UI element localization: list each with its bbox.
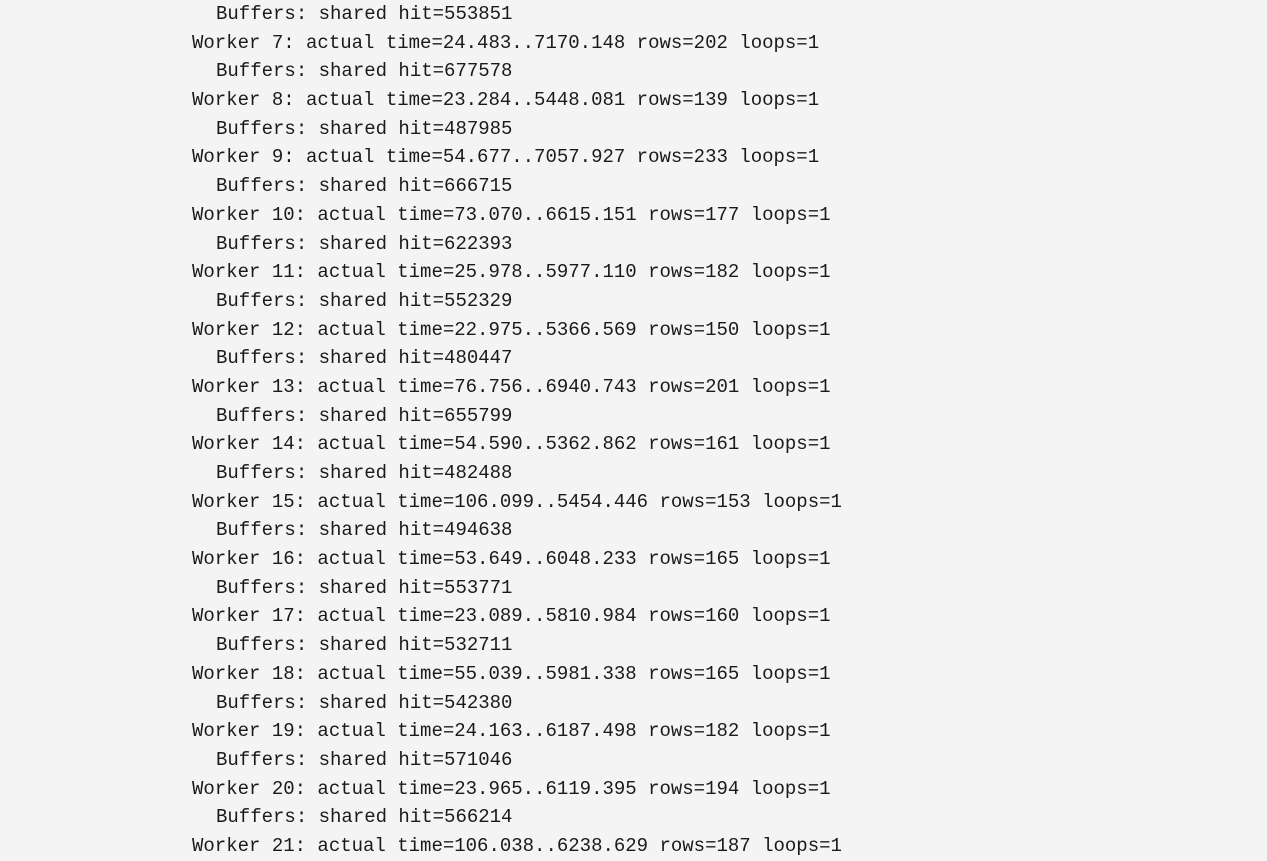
worker-stats-line: Worker 20: actual time=23.965..6119.395 … bbox=[0, 775, 1267, 804]
buffers-line: Buffers: shared hit=566214 bbox=[0, 803, 1267, 832]
worker-stats-line: Worker 21: actual time=106.038..6238.629… bbox=[0, 832, 1267, 861]
buffers-line: Buffers: shared hit=487985 bbox=[0, 115, 1267, 144]
worker-stats-line: Worker 18: actual time=55.039..5981.338 … bbox=[0, 660, 1267, 689]
buffers-line: Buffers: shared hit=480447 bbox=[0, 344, 1267, 373]
worker-stats-line: Worker 17: actual time=23.089..5810.984 … bbox=[0, 602, 1267, 631]
worker-stats-line: Worker 8: actual time=23.284..5448.081 r… bbox=[0, 86, 1267, 115]
buffers-line: Buffers: shared hit=532711 bbox=[0, 631, 1267, 660]
buffers-line: Buffers: shared hit=622393 bbox=[0, 230, 1267, 259]
buffers-line: Buffers: shared hit=494638 bbox=[0, 516, 1267, 545]
worker-stats-line: Worker 19: actual time=24.163..6187.498 … bbox=[0, 717, 1267, 746]
worker-stats-line: Worker 16: actual time=53.649..6048.233 … bbox=[0, 545, 1267, 574]
worker-stats-line: Worker 15: actual time=106.099..5454.446… bbox=[0, 488, 1267, 517]
worker-stats-line: Worker 9: actual time=54.677..7057.927 r… bbox=[0, 143, 1267, 172]
buffers-line: Buffers: shared hit=552329 bbox=[0, 287, 1267, 316]
buffers-line: Buffers: shared hit=571046 bbox=[0, 746, 1267, 775]
buffers-line: Buffers: shared hit=666715 bbox=[0, 172, 1267, 201]
buffers-line: Buffers: shared hit=553771 bbox=[0, 574, 1267, 603]
worker-stats-line: Worker 13: actual time=76.756..6940.743 … bbox=[0, 373, 1267, 402]
buffers-line: Buffers: shared hit=542380 bbox=[0, 689, 1267, 718]
query-plan-output: Buffers: shared hit=553851Worker 7: actu… bbox=[0, 0, 1267, 861]
buffers-line: Buffers: shared hit=553851 bbox=[0, 0, 1267, 29]
worker-stats-line: Worker 12: actual time=22.975..5366.569 … bbox=[0, 316, 1267, 345]
buffers-line: Buffers: shared hit=677578 bbox=[0, 57, 1267, 86]
worker-stats-line: Worker 14: actual time=54.590..5362.862 … bbox=[0, 430, 1267, 459]
worker-stats-line: Worker 11: actual time=25.978..5977.110 … bbox=[0, 258, 1267, 287]
buffers-line: Buffers: shared hit=482488 bbox=[0, 459, 1267, 488]
worker-stats-line: Worker 10: actual time=73.070..6615.151 … bbox=[0, 201, 1267, 230]
buffers-line: Buffers: shared hit=655799 bbox=[0, 402, 1267, 431]
worker-stats-line: Worker 7: actual time=24.483..7170.148 r… bbox=[0, 29, 1267, 58]
